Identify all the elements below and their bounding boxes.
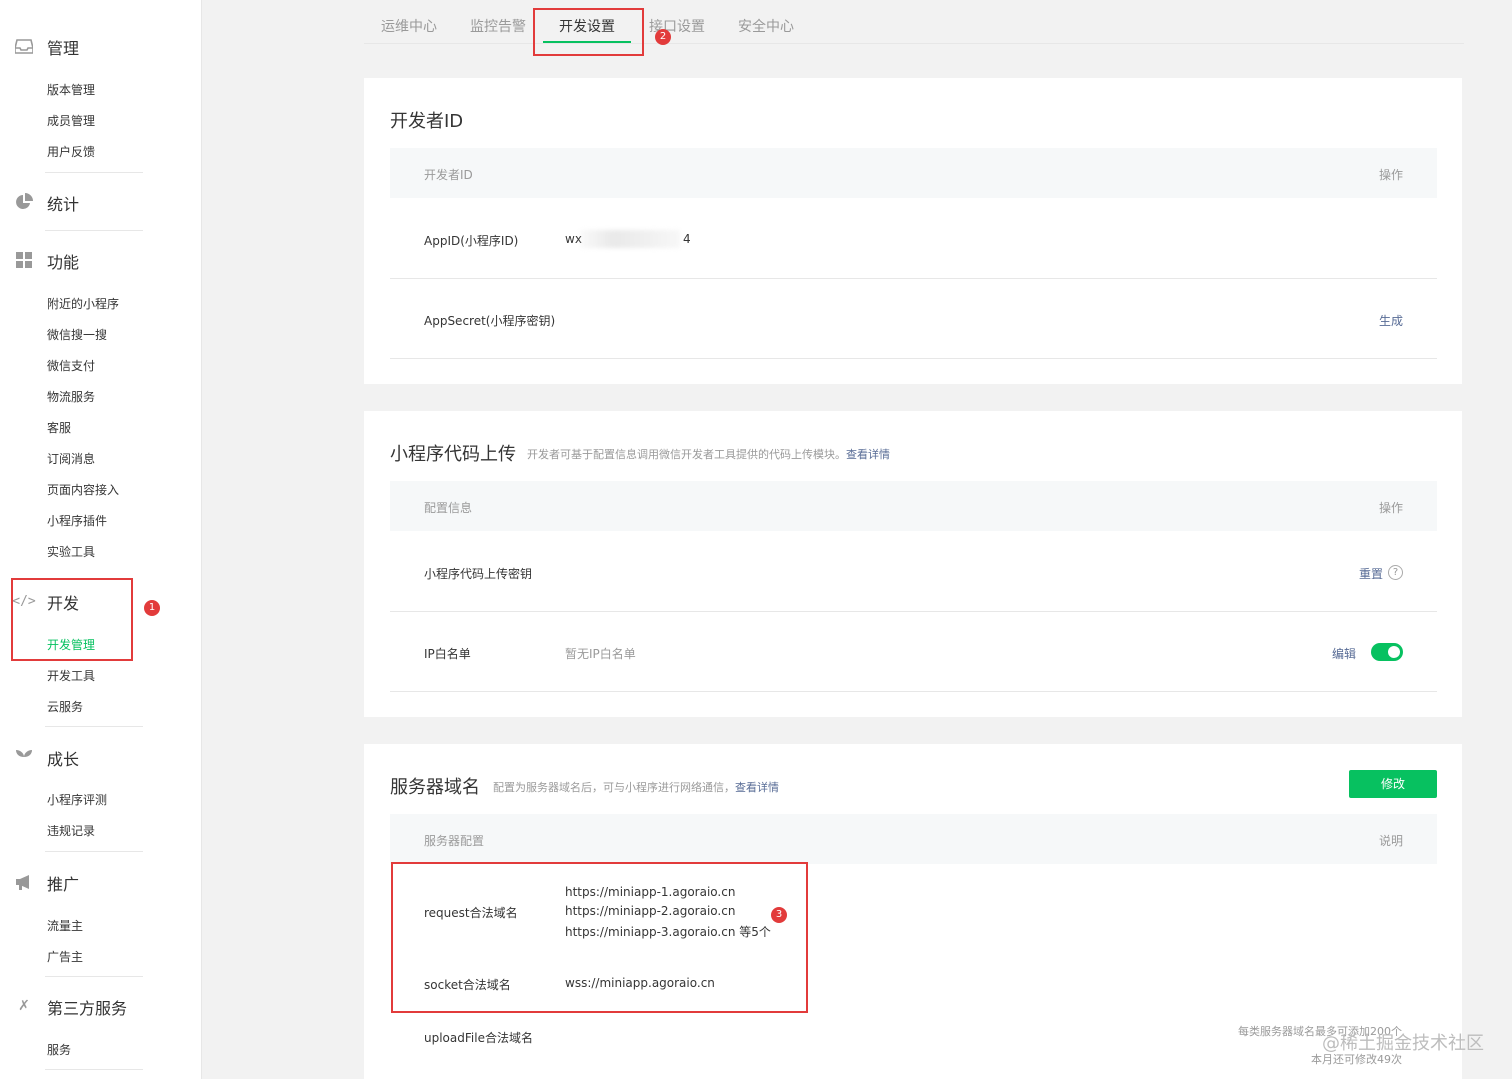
card-title: 服务器域名 — [390, 777, 480, 798]
column-header: 说明 — [1378, 834, 1403, 848]
description-text: 配置为服务器域名后，可与小程序进行网络通信， — [493, 781, 735, 794]
divider — [45, 851, 143, 852]
table-header: 开发者ID 操作 — [390, 148, 1437, 198]
sidebar-group-label: 管理 — [47, 39, 80, 58]
sidebar-item-violations[interactable]: 违规记录 — [47, 822, 95, 839]
sidebar-item-subscribe[interactable]: 订阅消息 — [47, 450, 95, 467]
table-header: 配置信息 操作 — [390, 481, 1437, 531]
sidebar-item-nearby[interactable]: 附近的小程序 — [47, 295, 119, 312]
appsecret-label: AppSecret(小程序密钥) — [424, 314, 556, 328]
generate-secret-link[interactable]: 生成 — [1379, 312, 1403, 329]
sidebar-item-search[interactable]: 微信搜一搜 — [47, 326, 107, 343]
annotation-box-1 — [11, 578, 133, 661]
annotation-box-2 — [533, 8, 644, 56]
pie-chart-icon — [14, 193, 34, 211]
view-details-link[interactable]: 查看详情 — [846, 448, 890, 461]
table-row: AppID(小程序ID) wx 4 — [390, 198, 1437, 279]
sidebar-item-dev-tools[interactable]: 开发工具 — [47, 667, 95, 684]
divider — [45, 230, 143, 231]
column-header: 配置信息 — [424, 501, 473, 515]
modify-button[interactable]: 修改 — [1349, 770, 1437, 798]
annotation-badge-2: 2 — [655, 29, 671, 45]
annotation-box-3 — [391, 862, 808, 1013]
tab-security[interactable]: 安全中心 — [738, 16, 794, 36]
tab-monitor[interactable]: 监控告警 — [470, 16, 526, 36]
annotation-badge-3: 3 — [771, 907, 787, 923]
card-title: 小程序代码上传 — [390, 444, 516, 465]
sidebar-group-label: 推广 — [47, 875, 80, 894]
sidebar-item-review[interactable]: 小程序评测 — [47, 791, 107, 808]
table-row: 小程序代码上传密钥 重置 ? — [390, 531, 1437, 612]
sidebar-group-label: 成长 — [47, 750, 80, 769]
column-header: 操作 — [1378, 168, 1403, 182]
column-header: 操作 — [1378, 501, 1403, 515]
appid-label: AppID(小程序ID) — [424, 234, 519, 248]
developer-id-card: 开发者ID 开发者ID 操作 AppID(小程序ID) wx 4 AppSecr… — [364, 78, 1462, 384]
annotation-badge-1: 1 — [144, 600, 160, 616]
sidebar-item-plugins[interactable]: 小程序插件 — [47, 512, 107, 529]
appid-redaction — [580, 230, 680, 248]
divider — [45, 172, 143, 173]
ip-whitelist-toggle[interactable] — [1371, 643, 1403, 661]
column-header: 服务器配置 — [424, 834, 485, 848]
sidebar-group-label: 第三方服务 — [47, 999, 128, 1018]
sidebar-item-traffic-owner[interactable]: 流量主 — [47, 917, 83, 934]
table-row: IP白名单 暂无IP白名单 编辑 — [390, 612, 1437, 692]
sidebar-item-feedback[interactable]: 用户反馈 — [47, 143, 95, 160]
sidebar-item-pay[interactable]: 微信支付 — [47, 357, 95, 374]
sidebar-group-label: 功能 — [47, 253, 80, 272]
sidebar-item-logistics[interactable]: 物流服务 — [47, 388, 95, 405]
grid-icon — [14, 251, 34, 269]
third-party-icon: ✗ — [18, 998, 30, 1014]
sidebar-item-advertiser[interactable]: 广告主 — [47, 948, 83, 965]
ip-whitelist-value: 暂无IP白名单 — [565, 647, 636, 661]
sidebar-item-service[interactable]: 客服 — [47, 419, 71, 436]
card-title: 开发者ID — [390, 111, 464, 132]
view-details-link[interactable]: 查看详情 — [735, 781, 779, 794]
sidebar-group-label: 统计 — [47, 195, 80, 214]
sidebar-item-version[interactable]: 版本管理 — [47, 81, 95, 98]
reset-key-link[interactable]: 重置 — [1359, 565, 1383, 582]
inbox-icon — [14, 37, 34, 55]
description-text: 开发者可基于配置信息调用微信开发者工具提供的代码上传模块。 — [527, 448, 846, 461]
tab-ops[interactable]: 运维中心 — [381, 16, 437, 36]
megaphone-icon — [14, 873, 34, 891]
help-icon[interactable]: ? — [1388, 565, 1403, 580]
sidebar-item-services[interactable]: 服务 — [47, 1041, 71, 1058]
sidebar-item-cloud[interactable]: 云服务 — [47, 698, 83, 715]
edit-ip-link[interactable]: 编辑 — [1332, 645, 1356, 662]
code-upload-card: 小程序代码上传 开发者可基于配置信息调用微信开发者工具提供的代码上传模块。查看详… — [364, 411, 1462, 717]
upload-key-label: 小程序代码上传密钥 — [424, 567, 533, 581]
upload-domain-label: uploadFile合法域名 — [424, 1031, 533, 1045]
table-header: 服务器配置 说明 — [390, 814, 1437, 864]
watermark: @稀土掘金技术社区 — [1322, 1033, 1484, 1054]
top-tabs: 运维中心 监控告警 开发设置 接口设置 安全中心 — [364, 0, 1464, 44]
divider — [45, 1069, 143, 1070]
appid-value-suffix: 4 — [683, 232, 691, 246]
column-header: 开发者ID — [424, 168, 473, 182]
card-description: 配置为服务器域名后，可与小程序进行网络通信，查看详情 — [493, 779, 779, 795]
sidebar-item-page-content[interactable]: 页面内容接入 — [47, 481, 119, 498]
divider — [45, 726, 143, 727]
sidebar-item-lab[interactable]: 实验工具 — [47, 543, 95, 560]
divider — [45, 976, 143, 977]
ip-whitelist-label: IP白名单 — [424, 647, 471, 661]
sidebar: 管理 版本管理 成员管理 用户反馈 统计 功能 附近的小程序 微信搜一搜 微信支… — [0, 0, 202, 1079]
card-description: 开发者可基于配置信息调用微信开发者工具提供的代码上传模块。查看详情 — [527, 446, 890, 462]
table-row: AppSecret(小程序密钥) 生成 — [390, 279, 1437, 359]
sprout-icon — [14, 748, 34, 766]
sidebar-item-members[interactable]: 成员管理 — [47, 112, 95, 129]
